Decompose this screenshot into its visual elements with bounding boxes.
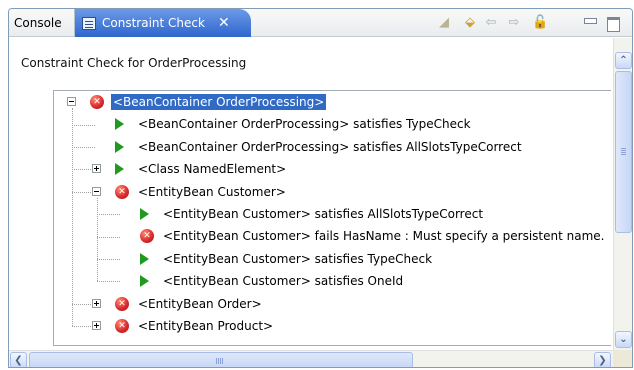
expand-icon[interactable] [92, 164, 101, 174]
tree-row[interactable]: <EntityBean Customer> satisfies OneId [54, 270, 611, 292]
tab-constraint-check[interactable]: Constraint Check ✕ [75, 9, 251, 37]
scroll-up-button[interactable]: ⌃ [615, 52, 632, 69]
tree-row[interactable]: <EntityBean Customer> satisfies TypeChec… [54, 248, 611, 270]
error-icon [140, 229, 154, 244]
close-icon[interactable]: ✕ [218, 15, 230, 31]
panel-heading: Constraint Check for OrderProcessing [21, 56, 247, 70]
error-icon [115, 296, 129, 311]
tree-row[interactable]: <BeanContainer OrderProcessing> satisfie… [54, 113, 611, 135]
tree-item-label: <EntityBean Customer> satisfies OneId [163, 274, 404, 289]
tree-row[interactable]: <EntityBean Customer> satisfies AllSlots… [54, 203, 611, 225]
collapse-icon[interactable] [92, 186, 101, 196]
tree-item-label: <BeanContainer OrderProcessing> satisfie… [138, 117, 471, 132]
tree-row[interactable]: <BeanContainer OrderProcessing> satisfie… [54, 136, 611, 158]
vertical-scroll-thumb[interactable] [615, 71, 632, 233]
view-content: Constraint Check for OrderProcessing <Be… [9, 38, 632, 350]
tab-console-label: Console [14, 16, 62, 30]
tree-row[interactable]: <EntityBean Customer> [54, 181, 611, 203]
scroll-left-button[interactable]: ❮ [10, 352, 27, 367]
horizontal-scrollbar[interactable]: ❮ ❯ [9, 350, 632, 367]
tree-row[interactable]: <EntityBean Order> [54, 293, 611, 315]
clear-icon[interactable]: ◢ [436, 15, 452, 31]
tree-item-label: <EntityBean Customer> satisfies TypeChec… [163, 251, 433, 266]
tree-row[interactable]: <EntityBean Customer> fails HasName : Mu… [54, 225, 611, 247]
tab-console[interactable]: Console [9, 9, 75, 37]
tab-constraint-check-label: Constraint Check [102, 16, 205, 30]
minimize-icon[interactable] [582, 15, 598, 31]
tree-item-label: <EntityBean Product> [138, 319, 274, 333]
view-list-icon [82, 16, 96, 30]
tree-item-label: <EntityBean Order> [138, 296, 262, 311]
constraint-check-view: Console Constraint Check ✕ ◢ ⬙ ⇦ ⇨ 🔓 Con… [8, 8, 633, 368]
check-passed-icon [140, 252, 149, 265]
scrollbar-corner [613, 350, 632, 367]
tree-item-label: <EntityBean Customer> satisfies AllSlots… [163, 207, 484, 221]
tree-item-label: <BeanContainer OrderProcessing> satisfie… [138, 139, 522, 154]
lock-icon[interactable]: 🔓 [532, 15, 548, 31]
collapse-icon[interactable] [67, 97, 76, 106]
tree-item-label: <BeanContainer OrderProcessing> [111, 94, 327, 110]
horizontal-scroll-thumb[interactable] [29, 352, 413, 367]
tree-item-label: <Class NamedElement> [138, 162, 287, 177]
scroll-right-button[interactable]: ❯ [594, 352, 611, 367]
check-passed-icon [115, 118, 124, 131]
tree-row[interactable]: <Class NamedElement> [54, 158, 611, 180]
filter-icon[interactable]: ⬙ [462, 15, 478, 31]
forward-arrow-icon[interactable]: ⇨ [506, 15, 522, 31]
tree-item-label: <EntityBean Customer> fails HasName : Mu… [163, 229, 605, 244]
expand-icon[interactable] [92, 321, 101, 330]
expand-icon[interactable] [92, 298, 101, 308]
check-passed-icon [140, 208, 149, 220]
vertical-scrollbar[interactable]: ⌃ ⌄ [613, 38, 632, 350]
tree-item-label: <EntityBean Customer> [138, 184, 286, 199]
scroll-down-button[interactable]: ⌄ [615, 331, 632, 348]
tree-row[interactable]: <BeanContainer OrderProcessing> [54, 91, 611, 113]
error-icon [115, 319, 129, 333]
maximize-icon[interactable] [605, 15, 621, 32]
tree-body: <BeanContainer OrderProcessing> <BeanCont… [54, 91, 611, 345]
check-passed-icon [115, 140, 124, 153]
error-icon [90, 95, 104, 109]
back-arrow-icon[interactable]: ⇦ [483, 15, 499, 31]
check-passed-icon [140, 275, 149, 288]
tree-row[interactable]: <EntityBean Product> [54, 315, 611, 337]
results-tree: <BeanContainer OrderProcessing> <BeanCont… [53, 90, 611, 346]
check-passed-icon [115, 163, 124, 176]
error-icon [115, 184, 129, 199]
view-tab-bar: Console Constraint Check ✕ ◢ ⬙ ⇦ ⇨ 🔓 [9, 9, 632, 37]
